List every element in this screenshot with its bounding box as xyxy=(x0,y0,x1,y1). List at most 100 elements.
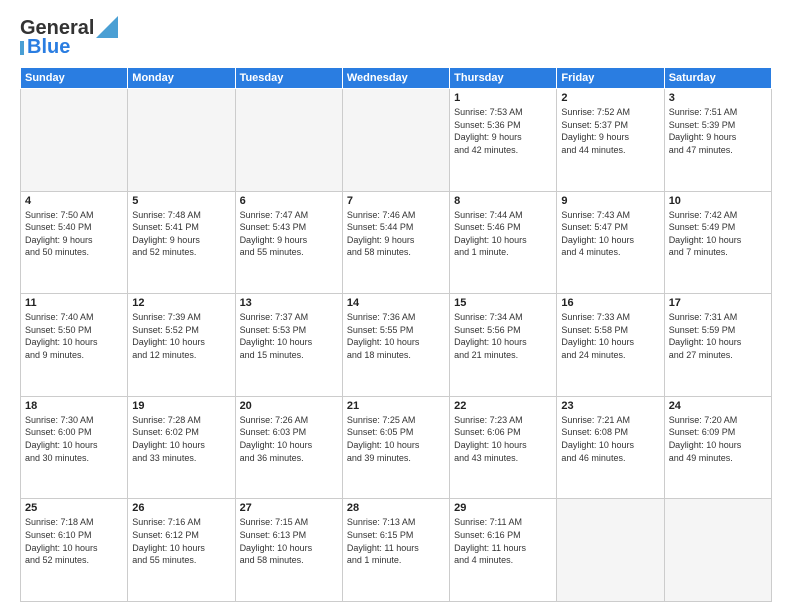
col-wednesday: Wednesday xyxy=(342,68,449,89)
day-info: Sunrise: 7:28 AM Sunset: 6:02 PM Dayligh… xyxy=(132,414,230,464)
table-cell: 22 Sunrise: 7:23 AM Sunset: 6:06 PM Dayli… xyxy=(450,396,557,499)
table-cell: 27 Sunrise: 7:15 AM Sunset: 6:13 PM Dayli… xyxy=(235,499,342,602)
table-cell: 8Sunrise: 7:44 AM Sunset: 5:46 PM Daylig… xyxy=(450,191,557,294)
table-cell: 2 Sunrise: 7:52 AM Sunset: 5:37 PM Daylig… xyxy=(557,89,664,192)
table-cell: 6 Sunrise: 7:47 AM Sunset: 5:43 PM Daylig… xyxy=(235,191,342,294)
day-number: 16 xyxy=(561,297,659,309)
day-info: Sunrise: 7:16 AM Sunset: 6:12 PM Dayligh… xyxy=(132,516,230,566)
day-info: Sunrise: 7:25 AM Sunset: 6:05 PM Dayligh… xyxy=(347,414,445,464)
day-number: 10 xyxy=(669,195,767,207)
day-info: Sunrise: 7:34 AM Sunset: 5:56 PM Dayligh… xyxy=(454,311,552,361)
calendar-table: Sunday Monday Tuesday Wednesday Thursday… xyxy=(20,67,772,602)
table-cell xyxy=(235,89,342,192)
day-info: Sunrise: 7:21 AM Sunset: 6:08 PM Dayligh… xyxy=(561,414,659,464)
day-info: Sunrise: 7:36 AM Sunset: 5:55 PM Dayligh… xyxy=(347,311,445,361)
day-info: Sunrise: 7:33 AM Sunset: 5:58 PM Dayligh… xyxy=(561,311,659,361)
header-row: Sunday Monday Tuesday Wednesday Thursday… xyxy=(21,68,772,89)
day-info: Sunrise: 7:50 AM Sunset: 5:40 PM Dayligh… xyxy=(25,209,123,259)
day-info: Sunrise: 7:31 AM Sunset: 5:59 PM Dayligh… xyxy=(669,311,767,361)
day-info: Sunrise: 7:47 AM Sunset: 5:43 PM Dayligh… xyxy=(240,209,338,259)
day-info: Sunrise: 7:40 AM Sunset: 5:50 PM Dayligh… xyxy=(25,311,123,361)
logo-icon xyxy=(96,16,118,38)
day-number: 5 xyxy=(132,195,230,207)
logo: General Blue xyxy=(20,16,118,59)
day-info: Sunrise: 7:46 AM Sunset: 5:44 PM Dayligh… xyxy=(347,209,445,259)
table-cell: 19 Sunrise: 7:28 AM Sunset: 6:02 PM Dayli… xyxy=(128,396,235,499)
day-number: 14 xyxy=(347,297,445,309)
day-number: 11 xyxy=(25,297,123,309)
table-cell xyxy=(128,89,235,192)
day-number: 6 xyxy=(240,195,338,207)
table-cell: 9 Sunrise: 7:43 AM Sunset: 5:47 PM Daylig… xyxy=(557,191,664,294)
day-number: 20 xyxy=(240,400,338,412)
day-info: Sunrise: 7:51 AM Sunset: 5:39 PM Dayligh… xyxy=(669,106,767,156)
table-cell: 24 Sunrise: 7:20 AM Sunset: 6:09 PM Dayli… xyxy=(664,396,771,499)
day-info: Sunrise: 7:11 AM Sunset: 6:16 PM Dayligh… xyxy=(454,516,552,566)
table-cell: 16 Sunrise: 7:33 AM Sunset: 5:58 PM Dayli… xyxy=(557,294,664,397)
day-info: Sunrise: 7:13 AM Sunset: 6:15 PM Dayligh… xyxy=(347,516,445,566)
day-number: 23 xyxy=(561,400,659,412)
calendar-row: 25Sunrise: 7:18 AM Sunset: 6:10 PM Dayli… xyxy=(21,499,772,602)
table-cell: 29 Sunrise: 7:11 AM Sunset: 6:16 PM Dayli… xyxy=(450,499,557,602)
day-number: 19 xyxy=(132,400,230,412)
table-cell: 18 Sunrise: 7:30 AM Sunset: 6:00 PM Dayli… xyxy=(21,396,128,499)
table-cell: 7 Sunrise: 7:46 AM Sunset: 5:44 PM Daylig… xyxy=(342,191,449,294)
day-number: 22 xyxy=(454,400,552,412)
day-info: Sunrise: 7:39 AM Sunset: 5:52 PM Dayligh… xyxy=(132,311,230,361)
day-info: Sunrise: 7:42 AM Sunset: 5:49 PM Dayligh… xyxy=(669,209,767,259)
day-info: Sunrise: 7:43 AM Sunset: 5:47 PM Dayligh… xyxy=(561,209,659,259)
day-number: 1 xyxy=(454,92,552,104)
table-cell: 15 Sunrise: 7:34 AM Sunset: 5:56 PM Dayli… xyxy=(450,294,557,397)
table-cell: 17 Sunrise: 7:31 AM Sunset: 5:59 PM Dayli… xyxy=(664,294,771,397)
day-info: Sunrise: 7:52 AM Sunset: 5:37 PM Dayligh… xyxy=(561,106,659,156)
logo-blue: Blue xyxy=(27,36,70,59)
day-number: 13 xyxy=(240,297,338,309)
calendar-row: 1Sunrise: 7:53 AM Sunset: 5:36 PM Daylig… xyxy=(21,89,772,192)
day-number: 2 xyxy=(561,92,659,104)
page: General Blue Sunday Monday Tuesday Wedne… xyxy=(0,0,792,612)
col-saturday: Saturday xyxy=(664,68,771,89)
day-number: 27 xyxy=(240,502,338,514)
calendar-row: 4 Sunrise: 7:50 AM Sunset: 5:40 PM Daylig… xyxy=(21,191,772,294)
day-number: 7 xyxy=(347,195,445,207)
day-info: Sunrise: 7:20 AM Sunset: 6:09 PM Dayligh… xyxy=(669,414,767,464)
calendar-row: 11 Sunrise: 7:40 AM Sunset: 5:50 PM Dayli… xyxy=(21,294,772,397)
day-number: 29 xyxy=(454,502,552,514)
day-number: 26 xyxy=(132,502,230,514)
table-cell: 14 Sunrise: 7:36 AM Sunset: 5:55 PM Dayli… xyxy=(342,294,449,397)
day-number: 18 xyxy=(25,400,123,412)
col-friday: Friday xyxy=(557,68,664,89)
table-cell xyxy=(664,499,771,602)
table-cell xyxy=(342,89,449,192)
table-cell: 25Sunrise: 7:18 AM Sunset: 6:10 PM Dayli… xyxy=(21,499,128,602)
day-info: Sunrise: 7:15 AM Sunset: 6:13 PM Dayligh… xyxy=(240,516,338,566)
day-info: Sunrise: 7:37 AM Sunset: 5:53 PM Dayligh… xyxy=(240,311,338,361)
day-info: Sunrise: 7:30 AM Sunset: 6:00 PM Dayligh… xyxy=(25,414,123,464)
table-cell: 23 Sunrise: 7:21 AM Sunset: 6:08 PM Dayli… xyxy=(557,396,664,499)
day-info: Sunrise: 7:48 AM Sunset: 5:41 PM Dayligh… xyxy=(132,209,230,259)
day-info: Sunrise: 7:26 AM Sunset: 6:03 PM Dayligh… xyxy=(240,414,338,464)
table-cell: 13 Sunrise: 7:37 AM Sunset: 5:53 PM Dayli… xyxy=(235,294,342,397)
table-cell: 10 Sunrise: 7:42 AM Sunset: 5:49 PM Dayli… xyxy=(664,191,771,294)
col-thursday: Thursday xyxy=(450,68,557,89)
day-number: 9 xyxy=(561,195,659,207)
table-cell: 3Sunrise: 7:51 AM Sunset: 5:39 PM Daylig… xyxy=(664,89,771,192)
day-number: 24 xyxy=(669,400,767,412)
table-cell xyxy=(557,499,664,602)
day-number: 15 xyxy=(454,297,552,309)
day-number: 21 xyxy=(347,400,445,412)
day-info: Sunrise: 7:23 AM Sunset: 6:06 PM Dayligh… xyxy=(454,414,552,464)
header: General Blue xyxy=(20,16,772,59)
table-cell: 4 Sunrise: 7:50 AM Sunset: 5:40 PM Daylig… xyxy=(21,191,128,294)
day-number: 17 xyxy=(669,297,767,309)
col-tuesday: Tuesday xyxy=(235,68,342,89)
table-cell: 20 Sunrise: 7:26 AM Sunset: 6:03 PM Dayli… xyxy=(235,396,342,499)
col-monday: Monday xyxy=(128,68,235,89)
table-cell xyxy=(21,89,128,192)
day-number: 25 xyxy=(25,502,123,514)
table-cell: 1Sunrise: 7:53 AM Sunset: 5:36 PM Daylig… xyxy=(450,89,557,192)
table-cell: 26 Sunrise: 7:16 AM Sunset: 6:12 PM Dayli… xyxy=(128,499,235,602)
day-number: 28 xyxy=(347,502,445,514)
day-number: 8 xyxy=(454,195,552,207)
day-number: 4 xyxy=(25,195,123,207)
